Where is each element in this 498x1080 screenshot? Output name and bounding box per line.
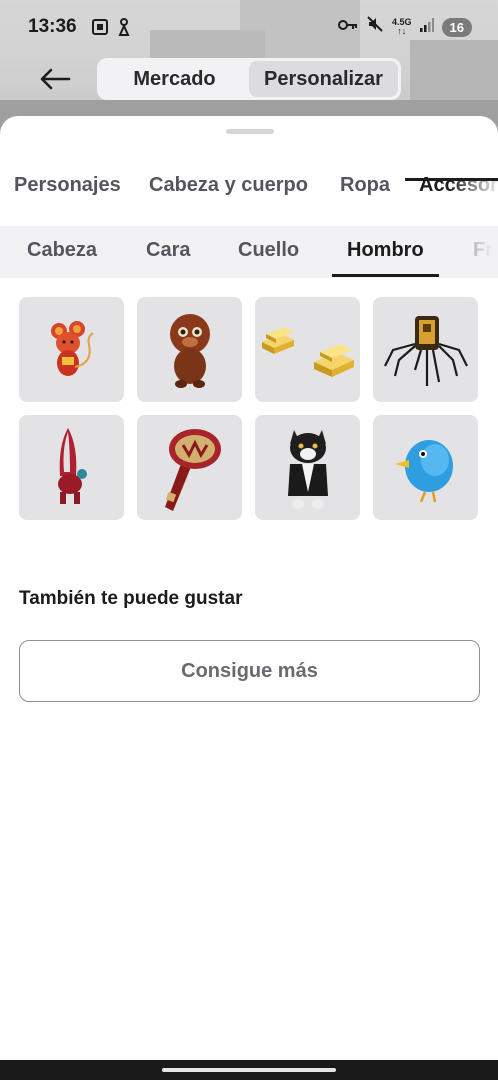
- red-mouse-icon: [50, 320, 94, 376]
- championship-belt-icon: [164, 428, 221, 511]
- segment-personalizar[interactable]: Personalizar: [249, 61, 398, 97]
- network-arrows: ↑↓: [397, 26, 407, 36]
- category-tabs: Personajes Cabeza y cuerpo Ropa Accesor: [0, 160, 498, 226]
- tuxedo-cat-icon: [287, 429, 328, 509]
- tab-cabeza-y-cuerpo[interactable]: Cabeza y cuerpo: [149, 174, 308, 197]
- back-button[interactable]: [38, 62, 72, 96]
- mute-icon: [366, 15, 384, 39]
- subcategory-tabs: Cabeza Cara Cuello Hombro Fr: [0, 226, 498, 278]
- subtab-hombro[interactable]: Hombro: [347, 239, 424, 262]
- spider-robot-icon: [383, 315, 468, 386]
- key-icon: [338, 16, 358, 38]
- sheet-grabber[interactable]: [226, 129, 274, 134]
- system-nav-bar: [0, 1060, 498, 1080]
- recommendations-title: También te puede gustar: [19, 588, 243, 609]
- screenshot-icon: [91, 18, 109, 36]
- home-gesture-handle[interactable]: [162, 1068, 336, 1072]
- network-indicator: 4.5G ↑↓: [392, 18, 412, 36]
- item-tile[interactable]: [373, 415, 478, 520]
- status-time: 13:36: [28, 16, 77, 37]
- segment-mercado[interactable]: Mercado: [100, 61, 249, 97]
- mode-switcher: Mercado Personalizar: [97, 58, 401, 100]
- brown-monkey-icon: [169, 313, 210, 388]
- subtab-cabeza[interactable]: Cabeza: [27, 239, 97, 262]
- blue-bird-icon: [394, 439, 453, 502]
- back-arrow-icon: [40, 68, 71, 90]
- tab-ropa[interactable]: Ropa: [340, 174, 390, 197]
- subcategory-tab-indicator: [332, 274, 439, 277]
- subtab-cara[interactable]: Cara: [146, 239, 190, 262]
- red-rocket-icon: [57, 427, 87, 504]
- customize-sheet: Personajes Cabeza y cuerpo Ropa Accesor …: [0, 116, 498, 1060]
- item-tile[interactable]: [19, 415, 124, 520]
- item-tile[interactable]: [255, 415, 360, 520]
- category-tab-indicator: [405, 178, 498, 181]
- get-more-button[interactable]: Consigue más: [19, 640, 480, 702]
- battery-indicator: 16: [441, 17, 472, 37]
- tab-personajes[interactable]: Personajes: [14, 174, 121, 197]
- signal-icon: [419, 16, 434, 38]
- subtab-cuello[interactable]: Cuello: [238, 239, 299, 262]
- item-grid: [19, 297, 479, 520]
- status-bar: 13:36 4.5G ↑↓ 16: [0, 0, 498, 54]
- gold-bars-icon: [261, 326, 354, 377]
- item-tile[interactable]: [137, 297, 242, 402]
- item-tile[interactable]: [137, 415, 242, 520]
- item-tile[interactable]: [373, 297, 478, 402]
- hotspot-icon: [117, 18, 131, 36]
- item-tile[interactable]: [255, 297, 360, 402]
- item-tile[interactable]: [19, 297, 124, 402]
